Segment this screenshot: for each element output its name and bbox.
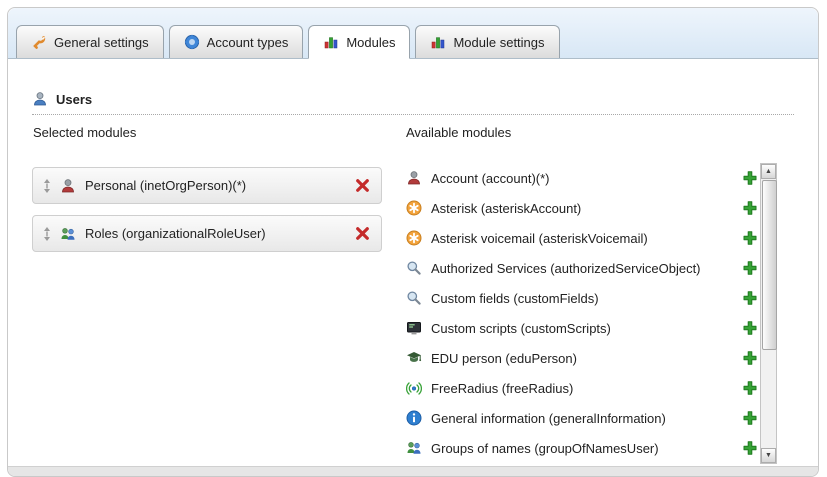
account-type-section-header: Users <box>32 91 794 115</box>
scroll-up-button[interactable]: ▲ <box>761 164 776 179</box>
module-label: Authorized Services (authorizedServiceOb… <box>431 261 701 276</box>
available-module-row: FreeRadius (freeRadius) <box>406 373 758 403</box>
panel-footer <box>8 466 818 476</box>
selected-modules-heading: Selected modules <box>33 125 136 140</box>
tab-account-types[interactable]: Account types <box>169 25 304 58</box>
available-module-row: Groups of names (groupOfNamesUser) <box>406 433 758 463</box>
available-modules-heading: Available modules <box>406 125 511 140</box>
remove-module-button[interactable] <box>354 177 371 194</box>
wrench-icon <box>31 34 47 50</box>
available-module-row: General information (generalInformation) <box>406 403 758 433</box>
available-module-row: Account (account)(*) <box>406 163 758 193</box>
remove-module-button[interactable] <box>354 225 371 242</box>
section-title-label: Users <box>56 92 92 107</box>
module-label: Groups of names (groupOfNamesUser) <box>431 441 659 456</box>
group-icon <box>406 440 422 456</box>
tab-bar: General settings Account types Modules M… <box>8 8 818 58</box>
tab-label: Modules <box>346 35 395 50</box>
drag-handle-icon[interactable] <box>43 227 51 241</box>
module-label: Personal (inetOrgPerson)(*) <box>85 178 246 193</box>
available-modules-scrollbar[interactable]: ▲ ▼ <box>760 163 777 464</box>
add-module-button[interactable] <box>742 320 758 336</box>
tab-label: General settings <box>54 35 149 50</box>
bar-chart-icon <box>430 34 446 50</box>
info-icon <box>406 410 422 426</box>
module-label: Asterisk voicemail (asteriskVoicemail) <box>431 231 648 246</box>
tab-general-settings[interactable]: General settings <box>16 25 164 58</box>
terminal-icon <box>406 320 422 336</box>
available-module-row: EDU person (eduPerson) <box>406 343 758 373</box>
person-icon <box>60 178 76 194</box>
tab-label: Module settings <box>453 35 544 50</box>
add-module-button[interactable] <box>742 200 758 216</box>
asterisk-icon <box>406 200 422 216</box>
tab-label: Account types <box>207 35 289 50</box>
available-modules-list: Account (account)(*) Asterisk (asteriskA… <box>406 163 758 463</box>
module-label: Account (account)(*) <box>431 171 550 186</box>
badge-icon <box>184 34 200 50</box>
available-module-row: Authorized Services (authorizedServiceOb… <box>406 253 758 283</box>
add-module-button[interactable] <box>742 350 758 366</box>
add-module-button[interactable] <box>742 290 758 306</box>
module-label: General information (generalInformation) <box>431 411 666 426</box>
add-module-button[interactable] <box>742 410 758 426</box>
add-module-button[interactable] <box>742 380 758 396</box>
group-icon <box>60 226 76 242</box>
scrollbar-thumb[interactable] <box>762 180 777 350</box>
tab-module-settings[interactable]: Module settings <box>415 25 559 58</box>
tab-modules[interactable]: Modules <box>308 25 410 59</box>
asterisk-icon <box>406 230 422 246</box>
add-module-button[interactable] <box>742 230 758 246</box>
selected-module-row: Personal (inetOrgPerson)(*) <box>32 167 382 204</box>
available-module-row: Asterisk voicemail (asteriskVoicemail) <box>406 223 758 253</box>
module-label: EDU person (eduPerson) <box>431 351 577 366</box>
module-label: Roles (organizationalRoleUser) <box>85 226 266 241</box>
drag-handle-icon[interactable] <box>43 179 51 193</box>
main-panel: General settings Account types Modules M… <box>7 7 819 477</box>
add-module-button[interactable] <box>742 260 758 276</box>
module-label: Custom scripts (customScripts) <box>431 321 611 336</box>
add-module-button[interactable] <box>742 440 758 456</box>
magnifier-icon <box>406 290 422 306</box>
person-icon <box>406 170 422 186</box>
module-label: Custom fields (customFields) <box>431 291 599 306</box>
available-module-row: Asterisk (asteriskAccount) <box>406 193 758 223</box>
available-module-row: Custom scripts (customScripts) <box>406 313 758 343</box>
antenna-icon <box>406 380 422 396</box>
selected-module-row: Roles (organizationalRoleUser) <box>32 215 382 252</box>
selected-modules-list: Personal (inetOrgPerson)(*) Roles (organ… <box>32 167 382 263</box>
module-label: Asterisk (asteriskAccount) <box>431 201 581 216</box>
modules-tab-content: Users Selected modules Available modules… <box>8 58 818 467</box>
module-label: FreeRadius (freeRadius) <box>431 381 573 396</box>
scroll-down-button[interactable]: ▼ <box>761 448 776 463</box>
add-module-button[interactable] <box>742 170 758 186</box>
available-module-row: Custom fields (customFields) <box>406 283 758 313</box>
users-icon <box>32 91 48 107</box>
bar-chart-icon <box>323 34 339 50</box>
magnifier-icon <box>406 260 422 276</box>
graduate-icon <box>406 350 422 366</box>
